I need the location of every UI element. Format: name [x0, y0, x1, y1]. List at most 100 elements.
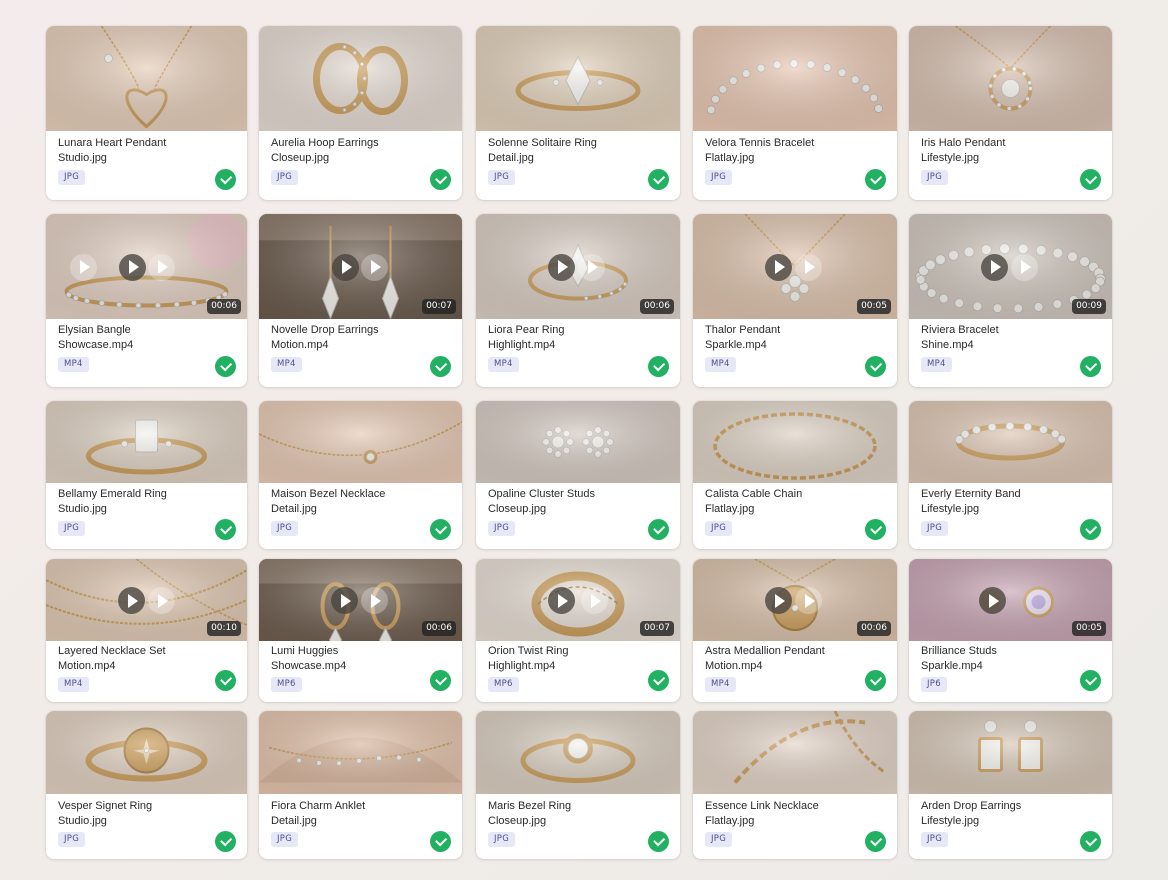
play-icon[interactable] — [331, 587, 358, 614]
video-thumbnail[interactable]: 00:06 — [259, 559, 462, 641]
video-thumbnail[interactable]: 00:07 — [476, 559, 680, 641]
selected-check-icon[interactable] — [1080, 831, 1101, 852]
image-thumbnail[interactable] — [259, 711, 462, 794]
selected-check-icon[interactable] — [215, 356, 236, 377]
play-icon[interactable] — [548, 587, 575, 614]
media-card[interactable]: Solenne Solitaire Ring Detail.jpg JPG — [476, 26, 680, 200]
media-card[interactable]: Fiora Charm Anklet Detail.jpg JPG — [259, 711, 462, 859]
selected-check-icon[interactable] — [648, 670, 669, 691]
image-thumbnail[interactable] — [259, 26, 462, 131]
image-thumbnail[interactable] — [909, 401, 1112, 483]
selected-check-icon[interactable] — [215, 831, 236, 852]
play-icon[interactable] — [70, 253, 97, 281]
selected-check-icon[interactable] — [430, 519, 451, 540]
play-icon[interactable] — [332, 253, 359, 281]
file-type-badge: JPG — [488, 521, 516, 536]
media-card[interactable]: Calista Cable Chain Flatlay.jpg JPG — [693, 401, 897, 549]
image-thumbnail[interactable] — [909, 711, 1112, 794]
media-card[interactable]: Vesper Signet Ring Studio.jpg JPG — [46, 711, 247, 859]
play-icon[interactable] — [765, 253, 792, 281]
media-card[interactable]: 00:05 Brilliance Studs Sparkle.mp4 ЈP6 — [909, 559, 1112, 702]
selected-check-icon[interactable] — [1080, 169, 1101, 190]
selected-check-icon[interactable] — [1080, 670, 1101, 691]
video-thumbnail[interactable]: 00:06 — [476, 214, 680, 319]
image-thumbnail[interactable] — [476, 26, 680, 131]
media-card[interactable]: Iris Halo Pendant Lifestyle.jpg JPG — [909, 26, 1112, 200]
play-icon[interactable] — [581, 587, 608, 614]
video-thumbnail[interactable]: 00:07 — [259, 214, 462, 319]
media-card[interactable]: 00:06 Elysian Bangle Showcase.mp4 MP4 — [46, 214, 247, 387]
file-type-badge: JPG — [271, 521, 299, 536]
selected-check-icon[interactable] — [215, 519, 236, 540]
selected-check-icon[interactable] — [430, 831, 451, 852]
media-card[interactable]: 00:06 Astra Medallion Pendant Motion.mp4 MP… — [693, 559, 897, 702]
selected-check-icon[interactable] — [648, 831, 669, 852]
play-icon[interactable] — [361, 587, 388, 614]
image-thumbnail[interactable] — [259, 401, 462, 483]
play-icon[interactable] — [765, 587, 792, 614]
video-thumbnail[interactable]: 00:06 — [46, 214, 247, 319]
selected-check-icon[interactable] — [430, 169, 451, 190]
video-thumbnail[interactable]: 00:10 — [46, 559, 247, 641]
media-filename: Showcase.mp4 — [271, 660, 347, 672]
image-thumbnail[interactable] — [46, 26, 247, 131]
media-card[interactable]: 00:05 Thalor Pendant Sparkle.mp4 MP4 — [693, 214, 897, 387]
media-card[interactable]: Aurelia Hoop Earrings Closeup.jpg JPG — [259, 26, 462, 200]
play-icon[interactable] — [119, 253, 146, 281]
selected-check-icon[interactable] — [648, 356, 669, 377]
video-thumbnail[interactable]: 00:06 — [693, 559, 897, 641]
selected-check-icon[interactable] — [865, 831, 886, 852]
play-icon[interactable] — [148, 587, 175, 614]
video-thumbnail[interactable]: 00:05 — [693, 214, 897, 319]
media-card[interactable]: Maison Bezel Necklace Detail.jpg JPG — [259, 401, 462, 549]
selected-check-icon[interactable] — [648, 169, 669, 190]
selected-check-icon[interactable] — [1080, 519, 1101, 540]
media-card[interactable]: Velora Tennis Bracelet Flatlay.jpg JPG — [693, 26, 897, 200]
media-card[interactable]: Essence Link Necklace Flatlay.jpg JPG — [693, 711, 897, 859]
image-thumbnail[interactable] — [693, 26, 897, 131]
image-thumbnail[interactable] — [693, 401, 897, 483]
media-card[interactable]: 00:07 Novelle Drop Earrings Motion.mp4 MP4 — [259, 214, 462, 387]
media-title: Lunara Heart Pendant — [58, 137, 167, 149]
image-thumbnail[interactable] — [46, 711, 247, 794]
play-icon[interactable] — [578, 253, 605, 281]
play-icon[interactable] — [118, 587, 145, 614]
image-thumbnail[interactable] — [46, 401, 247, 483]
video-thumbnail[interactable]: 00:09 — [909, 214, 1112, 319]
video-thumbnail[interactable]: 00:05 — [909, 559, 1112, 641]
media-card[interactable]: Opaline Cluster Studs Closeup.jpg JPG — [476, 401, 680, 549]
play-icon[interactable] — [795, 253, 822, 281]
media-card[interactable]: 00:09 Riviera Bracelet Shine.mp4 MP4 — [909, 214, 1112, 387]
selected-check-icon[interactable] — [1080, 356, 1101, 377]
media-card[interactable]: 00:06 Liora Pear Ring Highlight.mp4 MP4 — [476, 214, 680, 387]
media-card[interactable]: 00:07 Orion Twist Ring Highlight.mp4 MP6 — [476, 559, 680, 702]
play-icon[interactable] — [981, 253, 1008, 281]
media-card[interactable]: Maris Bezel Ring Closeup.jpg JPG — [476, 711, 680, 859]
image-thumbnail[interactable] — [476, 401, 680, 483]
play-icon[interactable] — [148, 253, 175, 281]
play-icon[interactable] — [548, 253, 575, 281]
media-card[interactable]: 00:10 Layered Necklace Set Motion.mp4 MP4 — [46, 559, 247, 702]
selected-check-icon[interactable] — [865, 519, 886, 540]
selected-check-icon[interactable] — [215, 169, 236, 190]
media-card[interactable]: Lunara Heart Pendant Studio.jpg JPG — [46, 26, 247, 200]
media-card[interactable]: Everly Eternity Band Lifestyle.jpg JPG — [909, 401, 1112, 549]
selected-check-icon[interactable] — [430, 356, 451, 377]
media-card[interactable]: Arden Drop Earrings Lifestyle.jpg JPG — [909, 711, 1112, 859]
selected-check-icon[interactable] — [865, 356, 886, 377]
file-type-badge: MP4 — [58, 357, 89, 372]
play-icon[interactable] — [795, 587, 822, 614]
play-icon[interactable] — [361, 253, 388, 281]
play-icon[interactable] — [979, 587, 1006, 614]
selected-check-icon[interactable] — [215, 670, 236, 691]
media-card[interactable]: Bellamy Emerald Ring Studio.jpg JPG — [46, 401, 247, 549]
play-icon[interactable] — [1011, 253, 1038, 281]
image-thumbnail[interactable] — [476, 711, 680, 794]
image-thumbnail[interactable] — [693, 711, 897, 794]
media-card[interactable]: 00:06 Lumi Huggies Showcase.mp4 MP6 — [259, 559, 462, 702]
selected-check-icon[interactable] — [648, 519, 669, 540]
image-thumbnail[interactable] — [909, 26, 1112, 131]
selected-check-icon[interactable] — [430, 670, 451, 691]
selected-check-icon[interactable] — [865, 670, 886, 691]
selected-check-icon[interactable] — [865, 169, 886, 190]
